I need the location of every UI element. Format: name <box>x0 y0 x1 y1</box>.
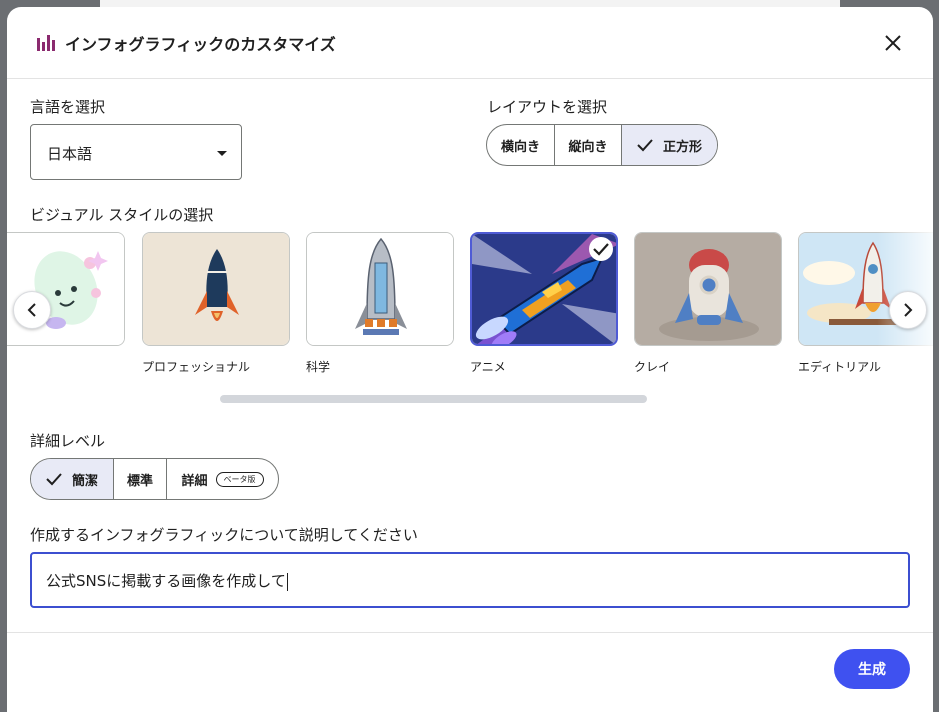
detail-option-label: 詳細 <box>181 473 208 489</box>
layout-option-label: 縦向き <box>568 139 608 155</box>
style-caption: クレイ <box>634 360 671 374</box>
style-thumbnail <box>142 232 290 346</box>
close-icon <box>885 35 901 51</box>
detail-segmented-control: 簡潔 標準 詳細 ベータ版 <box>30 458 279 500</box>
chevron-down-icon <box>217 151 227 156</box>
style-thumbnail <box>306 232 454 346</box>
footer-divider <box>7 632 933 633</box>
customize-infographic-dialog: インフォグラフィックのカスタマイズ 言語を選択 日本語 レイアウトを選択 横向き… <box>7 7 933 712</box>
carousel-scrollbar[interactable] <box>220 395 647 403</box>
detail-option-concise[interactable]: 簡潔 <box>31 459 113 499</box>
bar-chart-icon <box>37 35 55 51</box>
style-caption: 科学 <box>306 360 331 374</box>
detail-level-label: 詳細レベル <box>30 432 106 450</box>
language-selected-value: 日本語 <box>47 145 93 163</box>
style-card-clay[interactable]: クレイ <box>634 232 782 374</box>
detail-option-label: 簡潔 <box>71 473 98 489</box>
language-select[interactable]: 日本語 <box>30 124 242 180</box>
professional-rocket-image <box>143 233 289 345</box>
style-caption: プロフェッショナル <box>142 360 251 374</box>
layout-option-landscape[interactable]: 横向き <box>487 125 554 165</box>
generate-button[interactable]: 生成 <box>834 649 910 689</box>
style-card-professional[interactable]: プロフェッショナル <box>142 232 290 374</box>
selected-check-icon <box>589 237 613 261</box>
dialog-header: インフォグラフィックのカスタマイズ <box>7 7 933 79</box>
layout-option-square[interactable]: 正方形 <box>621 125 717 165</box>
carousel-prev-button[interactable] <box>13 291 51 329</box>
layout-option-label: 正方形 <box>662 139 702 155</box>
language-label: 言語を選択 <box>30 98 106 116</box>
layout-option-label: 横向き <box>500 139 540 155</box>
description-text: 公式SNSに掲載する画像を作成して <box>46 570 288 591</box>
style-thumbnail <box>7 232 125 346</box>
detail-option-standard[interactable]: 標準 <box>113 459 166 499</box>
layout-segmented-control: 横向き 縦向き 正方形 <box>486 124 718 166</box>
science-rocket-image <box>307 233 453 345</box>
layout-option-portrait[interactable]: 縦向き <box>554 125 621 165</box>
description-input[interactable]: 公式SNSに掲載する画像を作成して <box>30 552 910 608</box>
detail-option-detailed[interactable]: 詳細 ベータ版 <box>166 459 278 499</box>
dialog-title: インフォグラフィックのカスタマイズ <box>65 35 336 54</box>
layout-label: レイアウトを選択 <box>487 98 608 116</box>
style-card-anime[interactable]: アニメ <box>470 232 618 374</box>
clay-rocket-image <box>635 233 781 345</box>
check-icon <box>46 472 62 486</box>
carousel-next-button[interactable] <box>889 291 927 329</box>
detail-option-label: 標準 <box>126 473 153 489</box>
style-card-cute[interactable] <box>7 232 125 346</box>
visual-style-label: ビジュアル スタイルの選択 <box>30 206 214 224</box>
chevron-right-icon <box>904 303 913 317</box>
close-button[interactable] <box>879 29 907 57</box>
chevron-left-icon <box>27 303 36 317</box>
beta-badge: ベータ版 <box>215 471 264 487</box>
text-cursor <box>286 572 288 591</box>
description-value: 公式SNSに掲載する画像を作成して <box>46 572 286 590</box>
style-caption: エディトリアル <box>798 360 882 374</box>
cute-rocket-image <box>7 233 124 345</box>
style-caption: アニメ <box>470 360 506 374</box>
check-icon <box>637 138 653 152</box>
style-thumbnail <box>634 232 782 346</box>
style-carousel: プロフェッショナル 科学 アニメ クレイ エディトリアル <box>7 229 933 379</box>
style-card-science[interactable]: 科学 <box>306 232 454 374</box>
description-label: 作成するインフォグラフィックについて説明してください <box>30 526 418 544</box>
